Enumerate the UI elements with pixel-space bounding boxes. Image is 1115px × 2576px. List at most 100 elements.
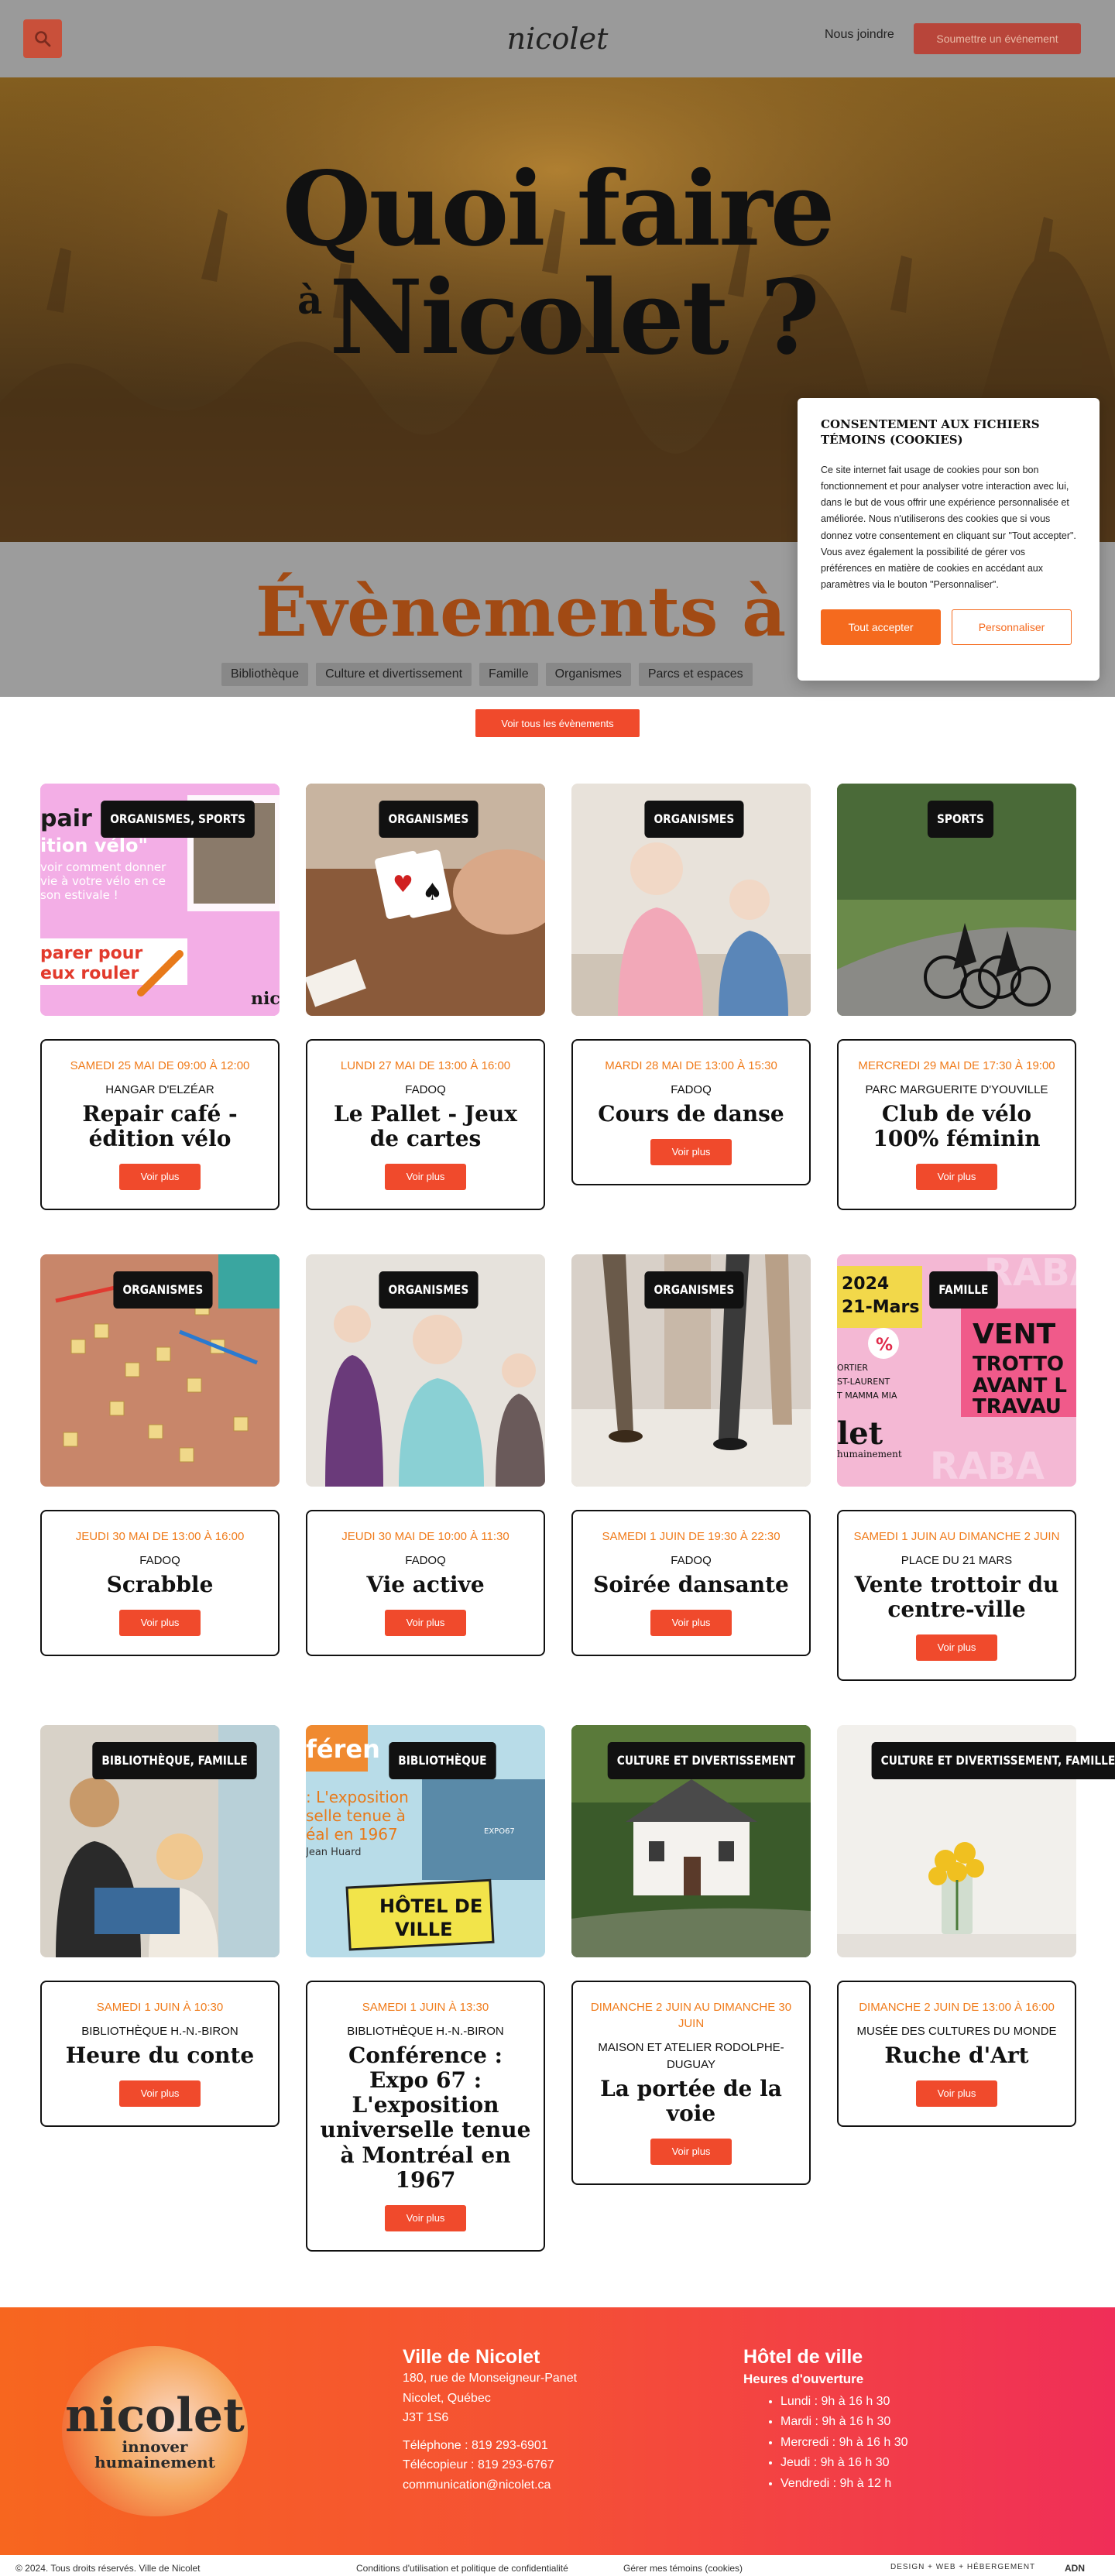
event-venue: FADOQ: [671, 1554, 712, 1567]
hours-item: Jeudi : 9h à 16 h 30: [780, 2453, 908, 2473]
event-venue: FADOQ: [405, 1083, 446, 1096]
terms-link[interactable]: Conditions d'utilisation et politique de…: [356, 2563, 568, 2574]
event-info: SAMEDI 1 JUIN AU DIMANCHE 2 JUIN PLACE D…: [837, 1510, 1076, 1682]
see-more-button[interactable]: Voir plus: [916, 1164, 997, 1191]
event-venue: MUSÉE DES CULTURES DU MONDE: [856, 2025, 1057, 2038]
svg-text:selle tenue à: selle tenue à: [306, 1806, 406, 1825]
svg-text:%: %: [876, 1336, 893, 1355]
filter-culture[interactable]: Culture et divertissement: [316, 663, 472, 686]
svg-text:son estivale !: son estivale !: [40, 888, 118, 902]
search-button[interactable]: [23, 19, 62, 58]
category-tag: CULTURE ET DIVERTISSEMENT: [607, 1742, 805, 1779]
logo-text: nicolet: [506, 22, 609, 56]
see-more-button[interactable]: Voir plus: [650, 1609, 732, 1636]
customize-button[interactable]: Personnaliser: [952, 609, 1072, 645]
event-info: JEUDI 30 MAI DE 13:00 À 16:00 FADOQ Scra…: [40, 1510, 280, 1656]
event-title: Cours de danse: [598, 1100, 784, 1127]
event-info: JEUDI 30 MAI DE 10:00 À 11:30 FADOQ Vie …: [306, 1510, 545, 1656]
event-date: DIMANCHE 2 JUIN AU DIMANCHE 30 JUIN: [590, 2001, 792, 2030]
see-more-button[interactable]: Voir plus: [119, 2080, 201, 2107]
hero-title-nicolet: Nicolet ?: [329, 258, 820, 378]
event-title: Ruche d'Art: [884, 2042, 1029, 2068]
svg-text:EXPO67: EXPO67: [484, 1827, 515, 1836]
footer-city-title: Ville de Nicolet: [403, 2346, 540, 2368]
category-tag: SPORTS: [927, 801, 993, 838]
event-venue: BIBLIOTHÈQUE H.-N.-BIRON: [347, 2025, 504, 2038]
svg-text:TROTTO: TROTTO: [973, 1353, 1064, 1376]
svg-text:TRAVAU: TRAVAU: [973, 1395, 1062, 1418]
event-title: Vie active: [366, 1571, 485, 1597]
filter-parks[interactable]: Parcs et espaces: [638, 663, 753, 686]
event-info: SAMEDI 1 JUIN DE 19:30 À 22:30 FADOQ Soi…: [571, 1510, 811, 1656]
event-date: DIMANCHE 2 JUIN DE 13:00 À 16:00: [859, 2001, 1055, 2014]
footer-postal: J3T 1S6: [403, 2411, 449, 2425]
footer-logo-name: nicolet: [65, 2389, 245, 2443]
footer-logo-tagline1: innover: [122, 2437, 188, 2456]
event-info: MERCREDI 29 MAI DE 17:30 À 19:00 PARC MA…: [837, 1039, 1076, 1211]
event-title: Heure du conte: [65, 2042, 255, 2068]
contact-link[interactable]: Nous joindre: [825, 28, 894, 42]
hours-item: Mercredi : 9h à 16 h 30: [780, 2433, 908, 2453]
category-tag: ORGANISMES, SPORTS: [101, 801, 256, 838]
see-more-button[interactable]: Voir plus: [650, 2138, 732, 2165]
category-tag: ORGANISMES: [379, 801, 479, 838]
event-date: JEUDI 30 MAI DE 10:00 À 11:30: [341, 1530, 509, 1543]
event-venue: MAISON ET ATELIER RODOLPHE-DUGUAY: [598, 2041, 784, 2071]
see-more-button[interactable]: Voir plus: [119, 1164, 201, 1191]
category-tag: BIBLIOTHÈQUE: [389, 1742, 496, 1779]
footer-phone[interactable]: Téléphone : 819 293-6901: [403, 2436, 577, 2456]
svg-text:ition vélo": ition vélo": [40, 835, 148, 856]
svg-text:nic: nic: [251, 989, 280, 1009]
search-icon: [35, 31, 51, 47]
event-info: SAMEDI 1 JUIN À 10:30 BIBLIOTHÈQUE H.-N.…: [40, 1981, 280, 2127]
see-more-button[interactable]: Voir plus: [385, 1164, 466, 1191]
category-tag: ORGANISMES: [379, 1271, 479, 1309]
cookie-settings-link[interactable]: Gérer mes témoins (cookies): [623, 2563, 743, 2574]
filter-organizations[interactable]: Organismes: [545, 663, 631, 686]
event-title: Repair café - édition vélo: [82, 1100, 238, 1151]
svg-text:féren: féren: [306, 1734, 380, 1764]
svg-text:vie à votre vélo en ce: vie à votre vélo en ce: [40, 874, 166, 888]
event-date: MERCREDI 29 MAI DE 17:30 À 19:00: [858, 1059, 1055, 1072]
see-more-button[interactable]: Voir plus: [385, 1609, 466, 1636]
hours-list: Lundi : 9h à 16 h 30 Mardi : 9h à 16 h 3…: [743, 2392, 908, 2494]
category-tag: ORGANISMES: [644, 801, 744, 838]
event-venue: FADOQ: [139, 1554, 180, 1567]
filter-library[interactable]: Bibliothèque: [221, 663, 309, 686]
footer-hours: Hôtel de ville Heures d'ouverture Lundi …: [743, 2346, 908, 2494]
event-venue: PLACE DU 21 MARS: [901, 1554, 1013, 1567]
credit-logo[interactable]: ADN: [1065, 2563, 1085, 2574]
site-logo[interactable]: nicolet: [503, 15, 612, 62]
footer-city-info: Ville de Nicolet 180, rue de Monseigneur…: [403, 2346, 577, 2495]
site-footer: nicolet innover humainement Ville de Nic…: [0, 2307, 1115, 2555]
see-more-button[interactable]: Voir plus: [916, 2080, 997, 2107]
svg-text:21-Mars: 21-Mars: [842, 1298, 919, 1317]
event-venue: FADOQ: [671, 1083, 712, 1096]
event-date: SAMEDI 1 JUIN AU DIMANCHE 2 JUIN: [853, 1530, 1060, 1543]
see-more-button[interactable]: Voir plus: [650, 1138, 732, 1165]
view-all-events-button[interactable]: Voir tous les évènements: [475, 709, 640, 737]
cookie-title: Consentement aux fichiers témoins (cooki…: [821, 417, 1040, 448]
svg-text:VILLE: VILLE: [395, 1919, 452, 1940]
cookie-consent-dialog: Consentement aux fichiers témoins (cooki…: [798, 398, 1100, 681]
see-more-button[interactable]: Voir plus: [385, 2204, 466, 2231]
svg-text:ST-LAURENT: ST-LAURENT: [837, 1377, 890, 1387]
footer-logo[interactable]: nicolet innover humainement: [62, 2346, 248, 2516]
event-info: SAMEDI 1 JUIN À 13:30 BIBLIOTHÈQUE H.-N.…: [306, 1981, 545, 2252]
event-title: Conférence : Expo 67 : L'exposition univ…: [320, 2042, 531, 2193]
hours-item: Mardi : 9h à 16 h 30: [780, 2412, 908, 2432]
hours-item: Vendredi : 9h à 12 h: [780, 2474, 908, 2494]
event-venue: PARC MARGUERITE D'YOUVILLE: [865, 1083, 1048, 1096]
footer-email[interactable]: communication@nicolet.ca: [403, 2475, 577, 2495]
see-more-button[interactable]: Voir plus: [916, 1634, 997, 1662]
event-info: MARDI 28 MAI DE 13:00 À 15:30 FADOQ Cour…: [571, 1039, 811, 1185]
svg-text:HÔTEL DE: HÔTEL DE: [379, 1894, 482, 1917]
see-more-button[interactable]: Voir plus: [119, 1609, 201, 1636]
svg-text:éal en 1967: éal en 1967: [306, 1825, 398, 1844]
submit-event-button[interactable]: Soumettre un événement: [914, 23, 1081, 54]
event-venue: FADOQ: [405, 1554, 446, 1567]
accept-all-button[interactable]: Tout accepter: [821, 609, 941, 645]
event-info: DIMANCHE 2 JUIN AU DIMANCHE 30 JUIN MAIS…: [571, 1981, 811, 2185]
filter-family[interactable]: Famille: [479, 663, 538, 686]
hero-title-line2: àNicolet ?: [0, 267, 1115, 369]
